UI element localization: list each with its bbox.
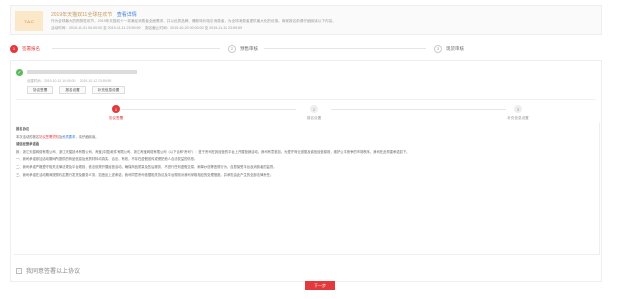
activity-banner: T.A.C 2019年天猫双11全球狂欢节 查看详情 作为全球最大的购物狂欢节，… [10, 5, 602, 35]
activity-title: 2019年天猫双11全球狂欢节 查看详情 [51, 11, 137, 18]
substep-number: 1 [112, 105, 120, 113]
activity-detail-link[interactable]: 查看详情 [117, 12, 137, 18]
agreement-heading: 报名协议 [16, 127, 30, 131]
entry-info: ✓ [16, 69, 137, 76]
step-number: 2 [228, 44, 236, 53]
agree-checkbox[interactable]: ✓ [16, 267, 22, 274]
activity-title-text: 2019年天猫双11全球狂欢节 [51, 12, 113, 18]
step-number: 3 [434, 44, 442, 53]
main-steps: 1 签署报名 2 预售审核 3 现货审核 [10, 42, 602, 55]
substep-number: 2 [310, 105, 318, 113]
substep-label: 补充信息设置 [507, 116, 529, 120]
agreement-paragraph: 三、我司承诺在活动期间按照约定履行发货及服务义务，如违反上述承诺，我司同意贵司依… [16, 172, 274, 177]
substep-label: 报名设置 [306, 116, 322, 120]
step-number: 1 [10, 44, 18, 53]
substep-extra-info: 3 补充信息设置 [483, 105, 553, 121]
intro-text: 本次活动的报名 [16, 134, 40, 139]
activity-thumbnail: T.A.C [15, 11, 43, 31]
step-presale-review: 2 预售审核 [228, 42, 258, 55]
step-connector [52, 48, 220, 49]
intro-text: ，请仔细阅读。 [75, 134, 99, 139]
step-signup: 1 签署报名 [10, 42, 40, 55]
substep-label: 协议签署 [108, 116, 124, 120]
activity-description: 作为全球最大的购物狂欢节，2019年天猫双十一将满足消费者全面需求，并以优质品牌… [51, 19, 336, 23]
signup-settings-button[interactable]: 报名设置 [59, 86, 86, 94]
agree-checkbox-row[interactable]: ✓ 我同意签署以上协议 [16, 266, 80, 275]
entry-title-placeholder [27, 70, 137, 74]
substep-number: 3 [514, 105, 522, 113]
agreement-intro: 本次活动的报名协议签署须知及资质要求，请仔细阅读。 [16, 135, 596, 140]
entry-meta: 创建时间：2019-10-12 10:00:00 2019-10-12 23:5… [27, 79, 112, 83]
check-circle-icon: ✓ [16, 69, 23, 76]
step-label: 预售审核 [240, 45, 258, 51]
step-label: 签署报名 [22, 45, 40, 51]
agreement-notice-link[interactable]: 协议签署须知 [39, 135, 59, 139]
substep-settings: 2 报名设置 [279, 105, 349, 121]
next-step-button[interactable]: 下一步 [305, 281, 335, 290]
substep-agreement: 1 协议签署 [81, 105, 151, 121]
agreement-paragraph: 一、我司承诺参加活动期间所提供的商品信息及资质材料均真实、合法、有效，不存在虚假… [16, 157, 198, 162]
substep-connector [331, 109, 506, 110]
agreement-subheading: 诚信经营承诺函 [16, 142, 40, 147]
activity-time: 活动时间：2019-11-01 00:00:00 至 2019-11-11 23… [51, 26, 243, 30]
divider [16, 99, 596, 100]
step-connector [264, 48, 426, 49]
entry-actions: 协议签署 报名设置 补充信息设置 [27, 86, 126, 94]
extra-info-settings-button[interactable]: 补充信息设置 [91, 86, 126, 94]
agreement-paragraph: 二、我司承诺严格遵守相关法律法规及平台规则，依法依规开展经营活动，确保商品质量及… [16, 164, 277, 169]
signup-panel: ✓ 创建时间：2019-10-12 10:00:00 2019-10-12 23… [10, 60, 602, 282]
step-stock-review: 3 现货审核 [434, 42, 464, 55]
agreement-sign-button[interactable]: 协议签署 [27, 86, 54, 94]
agreement-text: 报名协议 本次活动的报名协议签署须知及资质要求，请仔细阅读。 诚信经营承诺函 致… [16, 127, 596, 180]
agreement-paragraph: 致：浙江天猫网络有限公司、浙江天猫技术有限公司、淘宝(中国)软件有限公司、浙江淘… [16, 149, 410, 154]
qualification-link[interactable]: 资质要求 [62, 135, 75, 139]
agree-label: 我同意签署以上协议 [26, 269, 81, 275]
step-label: 现货审核 [446, 45, 464, 51]
